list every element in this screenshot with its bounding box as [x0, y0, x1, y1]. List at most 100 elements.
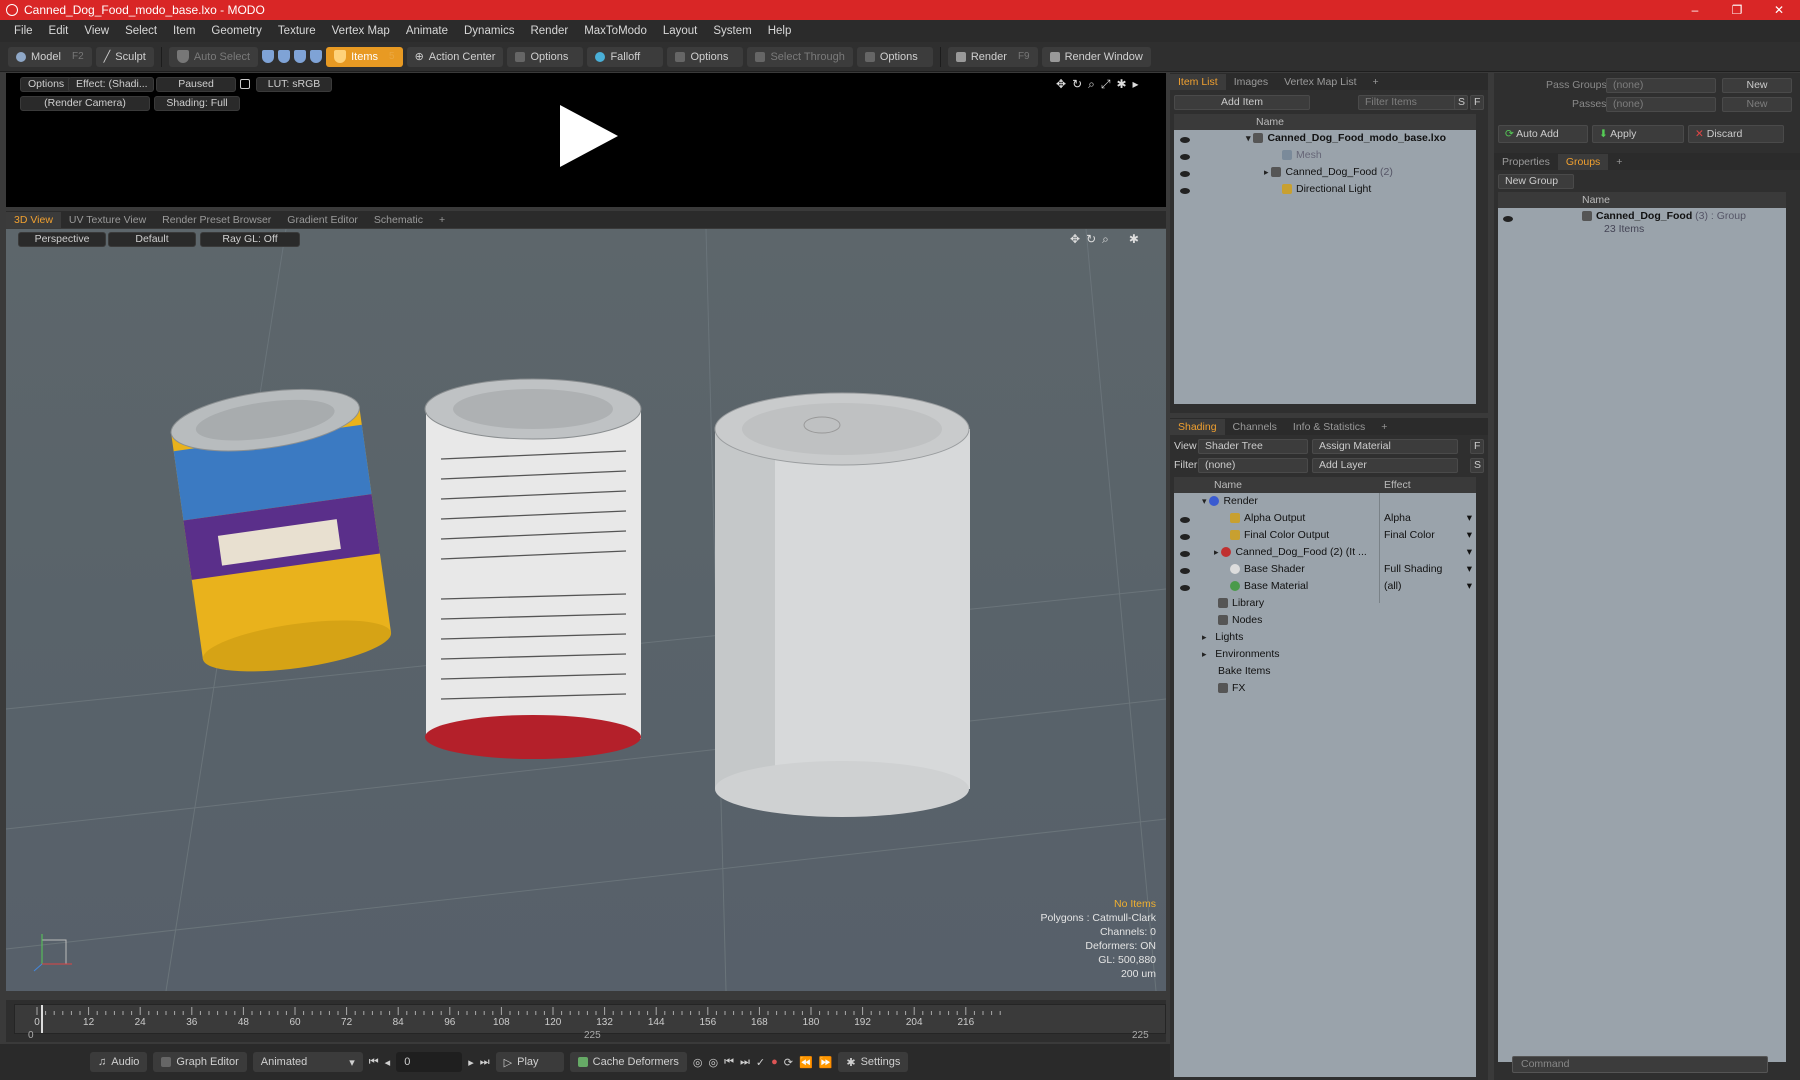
preview-options-button[interactable]: Options [20, 77, 73, 92]
gear-icon[interactable]: ✱ [1129, 232, 1139, 247]
visibility-eye-icon[interactable] [1180, 137, 1190, 143]
add-item-dropdown[interactable]: Add Item [1174, 95, 1310, 110]
shader-row-alpha-output[interactable]: Alpha Output [1230, 510, 1305, 527]
tree-row-canned-dog-food[interactable]: ▸ Canned_Dog_Food (2) [1264, 164, 1393, 181]
audio-button[interactable]: ♫ Audio [90, 1052, 148, 1072]
maximize-view-icon[interactable]: ⤢ [1101, 77, 1111, 92]
tab-properties[interactable]: Properties [1494, 154, 1558, 170]
action-center-options-button[interactable]: Options [507, 46, 584, 67]
filter-items-input[interactable]: Filter Items [1358, 95, 1460, 110]
visibility-eye-icon[interactable] [1503, 216, 1513, 222]
menu-geometry[interactable]: Geometry [203, 25, 270, 37]
frame-input[interactable]: 0 [396, 1052, 463, 1072]
add-tab-button[interactable]: + [1608, 154, 1630, 170]
record-icon[interactable]: ● [771, 1056, 778, 1068]
tree-row-mesh[interactable]: Mesh [1282, 147, 1322, 164]
next-key-icon[interactable]: ⏭ [740, 1056, 750, 1069]
cache-deformers-button[interactable]: Cache Deformers [569, 1052, 687, 1072]
effect-dropdown-shader[interactable]: Full Shading ▾ [1384, 561, 1476, 578]
polygon-select-icon[interactable] [294, 50, 307, 63]
render-preview[interactable]: Options Effect: (Shadi... Paused LUT: sR… [6, 73, 1166, 207]
tab-3d-view[interactable]: 3D View [6, 212, 61, 228]
apply-button[interactable]: ⬇ Apply [1592, 125, 1684, 143]
prev-marker-icon[interactable]: ⏪ [799, 1056, 813, 1069]
shader-row-render[interactable]: ▾ Render [1202, 493, 1258, 510]
menu-file[interactable]: File [6, 25, 41, 37]
vertex-select-icon[interactable] [262, 50, 275, 63]
effect-dropdown-group[interactable]: ▾ [1384, 544, 1476, 561]
gear-icon[interactable]: ✱ [1116, 77, 1126, 92]
new-group-button[interactable]: New Group [1498, 174, 1574, 189]
step-forward-icon[interactable]: ▸ [468, 1056, 474, 1069]
prev-key-icon[interactable]: ⏮ [724, 1056, 734, 1069]
menu-dynamics[interactable]: Dynamics [456, 25, 522, 37]
tab-groups[interactable]: Groups [1557, 154, 1609, 170]
model-mode-button[interactable]: Model F2 [8, 46, 92, 67]
tab-schematic[interactable]: Schematic [366, 212, 431, 228]
camera-dropdown[interactable]: (Render Camera) [20, 96, 150, 111]
minimize-button[interactable]: – [1674, 0, 1716, 20]
animated-dropdown[interactable]: Animated ▾ [252, 1052, 363, 1072]
shader-row-base-material[interactable]: Base Material [1230, 578, 1308, 595]
add-tab-button[interactable]: + [431, 212, 453, 228]
menu-select[interactable]: Select [117, 25, 165, 37]
filter-dropdown[interactable]: (none) [1198, 458, 1308, 473]
menu-item[interactable]: Item [165, 25, 203, 37]
visibility-eye-icon[interactable] [1180, 517, 1190, 523]
skip-start-icon[interactable]: ⏮ [369, 1056, 379, 1069]
visibility-eye-icon[interactable] [1180, 585, 1190, 591]
graph-editor-button[interactable]: Graph Editor [153, 1052, 247, 1072]
maximize-button[interactable]: ❐ [1716, 0, 1758, 20]
arrow-right-icon[interactable]: ▸ [1133, 77, 1139, 92]
tab-item-list[interactable]: Item List [1170, 74, 1226, 90]
move-view-icon[interactable]: ✥ [1070, 232, 1080, 247]
step-back-icon[interactable]: ◂ [385, 1056, 391, 1069]
visibility-eye-icon[interactable] [1180, 188, 1190, 194]
select-through-options-button[interactable]: Options [856, 46, 933, 67]
shader-row-library[interactable]: Library [1218, 595, 1264, 612]
view-dropdown[interactable]: Shader Tree [1198, 439, 1308, 454]
f-toggle[interactable]: F [1470, 95, 1484, 110]
shader-row-base-shader[interactable]: Base Shader [1230, 561, 1305, 578]
menu-vertex-map[interactable]: Vertex Map [324, 25, 398, 37]
s-toggle[interactable]: S [1470, 458, 1484, 473]
menu-help[interactable]: Help [760, 25, 800, 37]
shader-row-lights[interactable]: ▸ Lights [1202, 629, 1243, 646]
visibility-eye-icon[interactable] [1180, 154, 1190, 160]
passes-dropdown[interactable]: (none) [1606, 97, 1716, 112]
tab-channels[interactable]: Channels [1225, 419, 1285, 435]
effect-dropdown-material[interactable]: (all) ▾ [1384, 578, 1476, 595]
tab-shading[interactable]: Shading [1170, 419, 1225, 435]
falloff-options-button[interactable]: Options [667, 46, 744, 67]
next-marker-icon[interactable]: ⏩ [819, 1056, 833, 1069]
move-view-icon[interactable]: ✥ [1056, 77, 1066, 92]
play-button[interactable]: ▷ Play [495, 1052, 564, 1072]
action-center-button[interactable]: ⊕ Action Center [406, 46, 504, 67]
visibility-eye-icon[interactable] [1180, 171, 1190, 177]
edge-select-icon[interactable] [278, 50, 291, 63]
shader-row-final-color-output[interactable]: Final Color Output [1230, 527, 1329, 544]
shader-row-bake-items[interactable]: Bake Items [1218, 663, 1271, 680]
new-pass-button[interactable]: New [1722, 97, 1792, 112]
keyframe-icon[interactable]: ✓ [756, 1056, 765, 1069]
menu-view[interactable]: View [76, 25, 117, 37]
can-labeled-text[interactable] [424, 378, 642, 759]
command-input[interactable]: Command [1512, 1056, 1768, 1073]
sculpt-mode-button[interactable]: ╱ Sculpt [95, 46, 154, 67]
loop-icon[interactable]: ⟳ [784, 1056, 793, 1069]
visibility-eye-icon[interactable] [1180, 551, 1190, 557]
shader-row-canned-dog-food[interactable]: ▸ Canned_Dog_Food (2) (It ... [1214, 544, 1367, 561]
raygl-dropdown[interactable]: Ray GL: Off [200, 232, 300, 247]
effect-dropdown-final-color[interactable]: Final Color ▾ [1384, 527, 1476, 544]
settings-button[interactable]: ✱ Settings [838, 1052, 909, 1072]
assign-material-dropdown[interactable]: Assign Material [1312, 439, 1458, 454]
visibility-eye-icon[interactable] [1180, 568, 1190, 574]
discard-button[interactable]: ✕ Discard [1688, 125, 1784, 143]
menu-edit[interactable]: Edit [41, 25, 77, 37]
material-select-icon[interactable] [310, 50, 323, 63]
tab-uv-texture-view[interactable]: UV Texture View [61, 212, 154, 228]
menu-animate[interactable]: Animate [398, 25, 456, 37]
tab-render-preset-browser[interactable]: Render Preset Browser [154, 212, 279, 228]
shader-row-fx[interactable]: FX [1218, 680, 1245, 697]
key-icon[interactable]: ◎ [693, 1056, 703, 1069]
